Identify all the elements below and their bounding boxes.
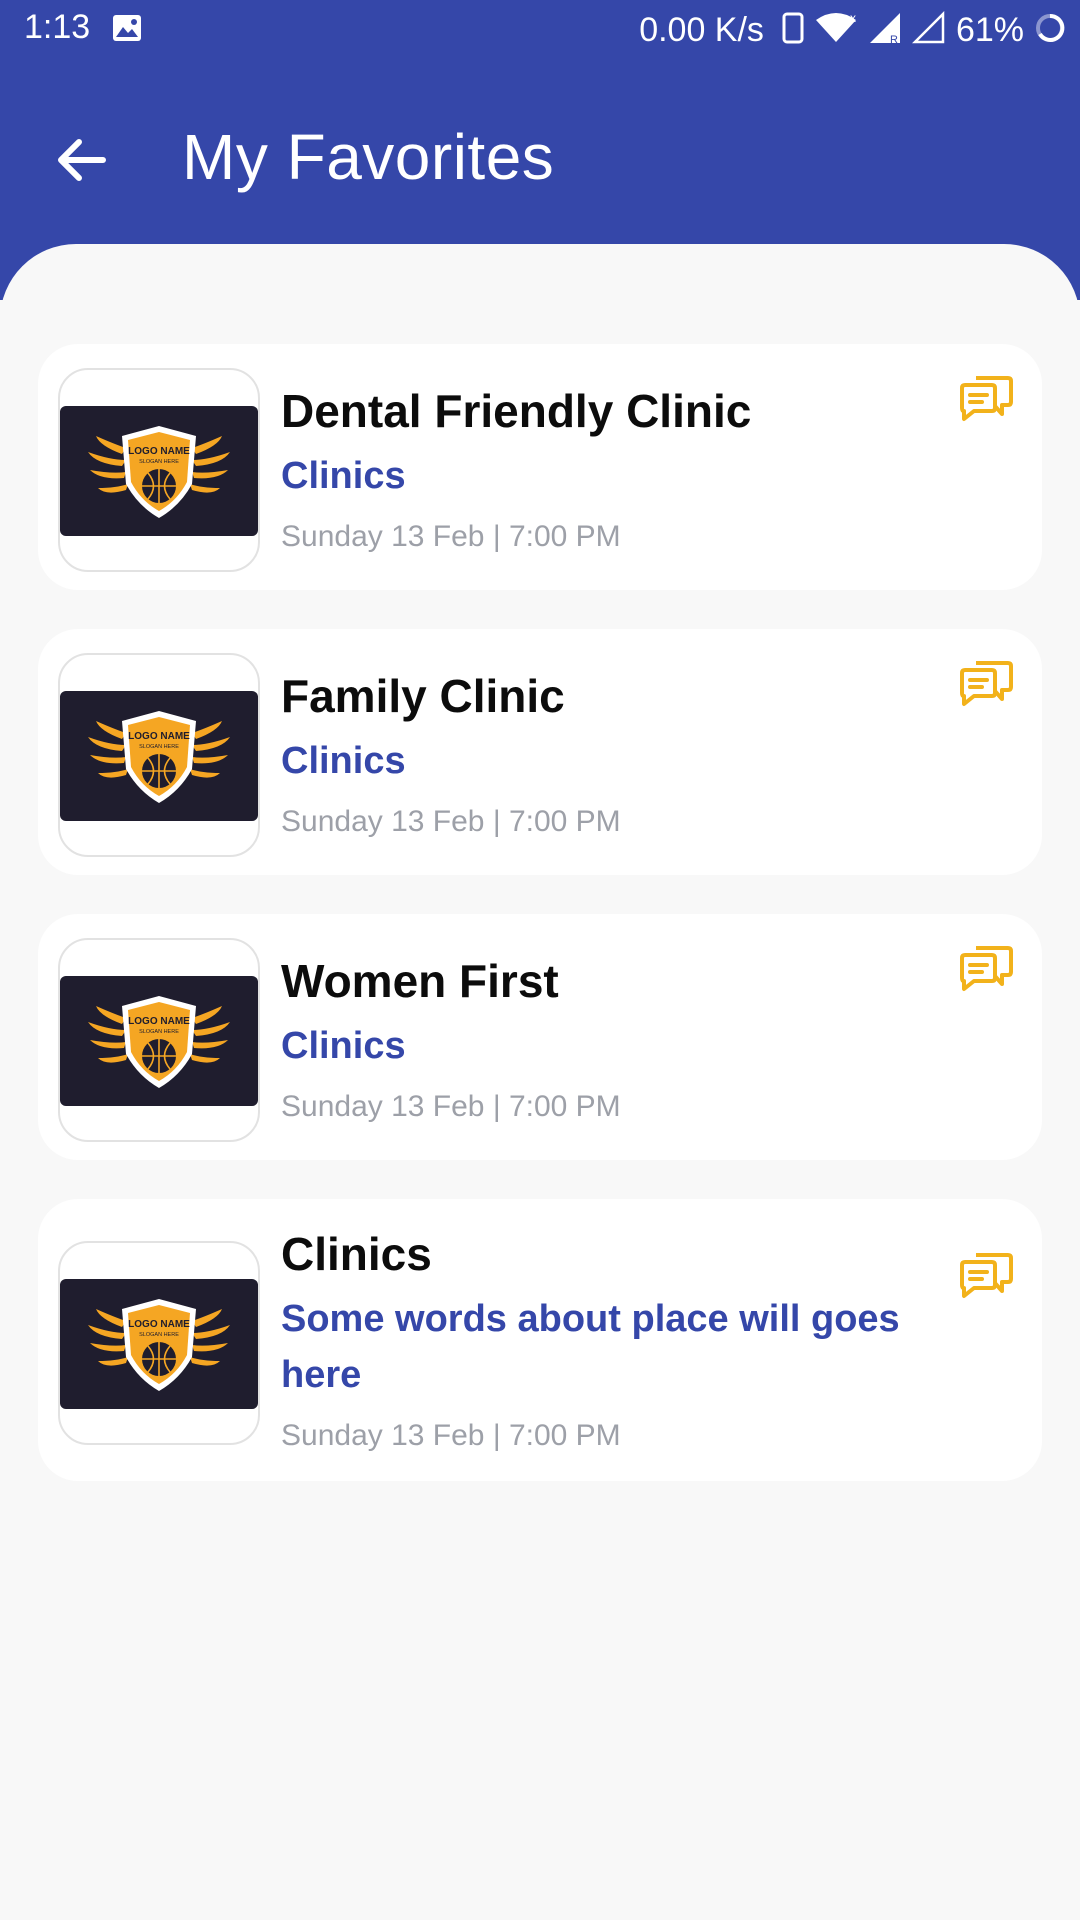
card-date: Sunday 13 Feb | 7:00 PM xyxy=(281,805,621,838)
card-date: Sunday 13 Feb | 7:00 PM xyxy=(281,1419,621,1452)
signal-empty-icon xyxy=(911,10,946,50)
status-bar: 1:13 0.00 K/s x R 61% xyxy=(0,0,1080,58)
svg-text:R: R xyxy=(890,34,898,45)
card-title: Family Clinic xyxy=(281,670,565,722)
logo-slogan-text: SLOGAN HERE xyxy=(139,744,179,750)
clinic-thumbnail: LOGO NAME SLOGAN HERE xyxy=(58,938,260,1142)
gallery-icon xyxy=(112,14,142,42)
logo-name-text: LOGO NAME xyxy=(128,1016,190,1027)
card-title: Women First xyxy=(281,955,559,1007)
battery-percent: 61% xyxy=(955,10,1024,49)
clinic-thumbnail: LOGO NAME SLOGAN HERE xyxy=(58,653,260,857)
clinic-thumbnail: LOGO NAME SLOGAN HERE xyxy=(58,1241,260,1445)
favorite-card[interactable]: LOGO NAME SLOGAN HERE Family Clinic Clin… xyxy=(38,629,1042,875)
card-category: Clinics xyxy=(281,740,406,782)
status-time: 1:13 xyxy=(24,8,91,46)
chat-button[interactable] xyxy=(958,1243,1014,1299)
chat-bubbles-icon xyxy=(960,661,1013,706)
chat-button[interactable] xyxy=(958,936,1014,992)
logo-image: LOGO NAME SLOGAN HERE xyxy=(60,691,258,821)
card-category: Some words about place will goes here xyxy=(281,1298,900,1396)
signal-icon: R xyxy=(868,11,902,50)
battery-ring-icon xyxy=(1034,12,1066,49)
favorite-card[interactable]: LOGO NAME SLOGAN HERE Clinics Some words… xyxy=(38,1199,1042,1481)
favorite-card[interactable]: LOGO NAME SLOGAN HERE Dental Friendly Cl… xyxy=(38,344,1042,590)
chat-bubbles-icon xyxy=(960,376,1013,421)
card-title: Clinics xyxy=(281,1228,432,1280)
chat-button[interactable] xyxy=(958,366,1014,422)
logo-image: LOGO NAME SLOGAN HERE xyxy=(60,976,258,1106)
favorite-card[interactable]: LOGO NAME SLOGAN HERE Women First Clinic… xyxy=(38,914,1042,1160)
card-category: Clinics xyxy=(281,455,406,497)
logo-slogan-text: SLOGAN HERE xyxy=(139,1029,179,1035)
network-speed: 0.00 K/s xyxy=(639,10,764,49)
card-date: Sunday 13 Feb | 7:00 PM xyxy=(281,520,621,553)
svg-text:x: x xyxy=(850,12,856,25)
status-right-group: 0.00 K/s x R 61% xyxy=(639,8,1066,52)
arrow-left-icon xyxy=(58,139,106,181)
chat-bubbles-icon xyxy=(960,946,1013,991)
card-title: Dental Friendly Clinic xyxy=(281,385,752,437)
app-bar: My Favorites xyxy=(0,100,1080,220)
logo-image: LOGO NAME SLOGAN HERE xyxy=(60,406,258,536)
logo-name-text: LOGO NAME xyxy=(128,1319,190,1330)
page-title: My Favorites xyxy=(182,121,555,193)
phone-icon xyxy=(782,12,804,49)
chat-bubbles-icon xyxy=(960,1253,1013,1298)
logo-slogan-text: SLOGAN HERE xyxy=(139,459,179,465)
chat-button[interactable] xyxy=(958,651,1014,707)
back-button[interactable] xyxy=(48,128,112,192)
card-category: Clinics xyxy=(281,1025,406,1067)
logo-slogan-text: SLOGAN HERE xyxy=(139,1332,179,1338)
logo-image: LOGO NAME SLOGAN HERE xyxy=(60,1279,258,1409)
clinic-thumbnail: LOGO NAME SLOGAN HERE xyxy=(58,368,260,572)
logo-name-text: LOGO NAME xyxy=(128,446,190,457)
logo-name-text: LOGO NAME xyxy=(128,731,190,742)
wifi-icon: x xyxy=(814,11,858,49)
card-date: Sunday 13 Feb | 7:00 PM xyxy=(281,1090,621,1123)
